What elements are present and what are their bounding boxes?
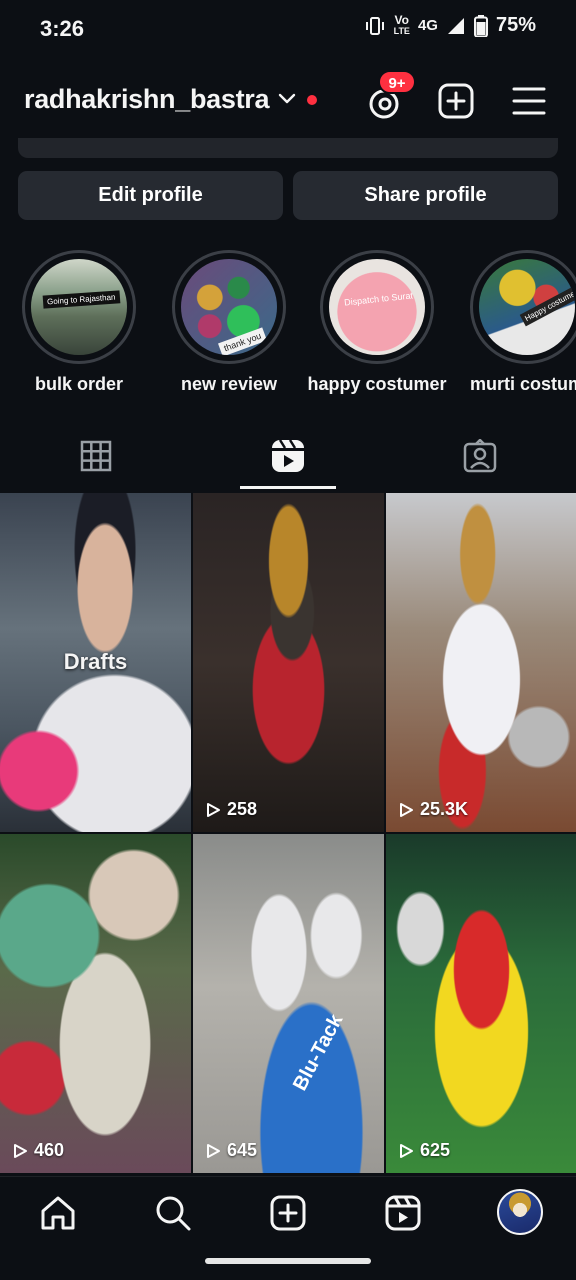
- reel-tile[interactable]: Blu-Tack 645: [193, 834, 384, 1173]
- play-icon: [207, 802, 220, 817]
- chevron-down-icon[interactable]: [278, 92, 296, 106]
- reel-thumbnail: [386, 493, 576, 832]
- reels-icon: [272, 439, 304, 472]
- volte-bottom: LTE: [393, 25, 410, 36]
- view-count: 25.3K: [398, 799, 468, 820]
- view-count-text: 460: [34, 1140, 65, 1160]
- account-switcher[interactable]: radhakrishn_bastra: [24, 84, 270, 115]
- reel-tile[interactable]: 258: [193, 493, 384, 832]
- menu-icon[interactable]: [510, 82, 548, 120]
- view-count: 625: [398, 1140, 450, 1161]
- highlight-label: murti costum: [469, 374, 576, 394]
- notification-badge: 9+: [378, 70, 416, 94]
- share-profile-button[interactable]: Share profile: [293, 171, 558, 220]
- tab-tagged[interactable]: [384, 420, 576, 492]
- signal-icon: [447, 17, 464, 34]
- volte-indicator: Vo LTE: [393, 12, 410, 37]
- bio-panel-edge: [18, 138, 558, 158]
- highlight-cover: Dispatch to Surat: [329, 259, 425, 355]
- add-content-icon[interactable]: [437, 82, 475, 120]
- highlight-ring: Dispatch to Surat: [320, 250, 434, 364]
- active-tab-indicator: [240, 486, 336, 489]
- highlight-overlay-text: Going to Rajasthan: [42, 290, 120, 309]
- highlight-cover: Going to Rajasthan: [31, 259, 127, 355]
- view-count-text: 645: [227, 1140, 258, 1160]
- play-icon: [400, 1143, 413, 1158]
- view-count: 645: [205, 1140, 257, 1161]
- profile-avatar[interactable]: [497, 1189, 543, 1235]
- view-count-text: 258: [227, 799, 258, 819]
- bottom-navigation: [0, 1176, 576, 1280]
- status-icons: Vo LTE 4G 75%: [364, 14, 536, 37]
- story-highlights: Going to Rajasthan bulk order thank you …: [0, 250, 576, 400]
- edit-profile-button[interactable]: Edit profile: [18, 171, 283, 220]
- view-count: 460: [12, 1140, 64, 1161]
- reels-nav-icon[interactable]: [383, 1193, 423, 1233]
- profile-header: radhakrishn_bastra 9+: [0, 70, 576, 130]
- home-indicator: [205, 1258, 371, 1264]
- battery-icon: [473, 14, 488, 37]
- reel-thumbnail: [193, 834, 384, 1173]
- search-icon[interactable]: [153, 1193, 193, 1233]
- highlight-murti-costume[interactable]: Happy costumer murti costum: [452, 250, 576, 395]
- play-icon: [14, 1143, 27, 1158]
- reel-thumbnail: [193, 493, 384, 832]
- highlight-label: bulk order: [34, 374, 123, 394]
- view-count-text: 25.3K: [420, 799, 469, 819]
- tagged-icon: [463, 439, 497, 473]
- new-activity-dot: [307, 95, 317, 105]
- vibrate-icon: [365, 16, 384, 35]
- highlight-label: happy costumer: [307, 374, 447, 394]
- content-tabs: [0, 420, 576, 492]
- highlight-new-review[interactable]: thank you new review: [154, 250, 304, 395]
- reels-grid: Drafts 258 25.3K 460 Blu-Tack 645 625: [0, 493, 576, 1173]
- status-time: 3:26: [40, 16, 85, 41]
- highlight-bulk-order[interactable]: Going to Rajasthan bulk order: [4, 250, 154, 395]
- reel-draft-tile[interactable]: Drafts: [0, 493, 191, 832]
- highlight-happy-costumer[interactable]: Dispatch to Surat happy costumer: [302, 250, 452, 395]
- view-count: 258: [205, 799, 257, 820]
- highlight-overlay-text: Dispatch to Surat: [343, 290, 414, 308]
- play-icon: [400, 802, 413, 817]
- highlight-overlay-text: Happy costumer: [519, 284, 575, 327]
- reel-thumbnail: [0, 834, 191, 1173]
- reel-tile[interactable]: 460: [0, 834, 191, 1173]
- highlight-ring: thank you: [172, 250, 286, 364]
- view-count-text: 625: [420, 1140, 451, 1160]
- highlight-label: new review: [180, 374, 278, 394]
- highlight-ring: Happy costumer: [470, 250, 576, 364]
- highlight-cover: Happy costumer: [479, 259, 575, 355]
- tab-grid[interactable]: [0, 420, 192, 492]
- home-icon[interactable]: [38, 1193, 78, 1233]
- reel-tile[interactable]: 625: [386, 834, 576, 1173]
- reel-tile[interactable]: 25.3K: [386, 493, 576, 832]
- battery-percent: 75%: [495, 14, 536, 36]
- grid-icon: [80, 440, 112, 472]
- tab-reels[interactable]: [192, 420, 384, 492]
- drafts-label: Drafts: [63, 649, 128, 674]
- highlight-overlay-text: thank you: [218, 327, 268, 355]
- highlight-ring: Going to Rajasthan: [22, 250, 136, 364]
- network-type: 4G: [417, 17, 438, 34]
- play-icon: [207, 1143, 220, 1158]
- status-bar: 3:26 Vo LTE 4G 75%: [0, 0, 576, 56]
- volte-top: Vo: [394, 12, 409, 27]
- reel-thumbnail: [386, 834, 576, 1173]
- create-icon[interactable]: [268, 1193, 308, 1233]
- highlight-cover: thank you: [181, 259, 277, 355]
